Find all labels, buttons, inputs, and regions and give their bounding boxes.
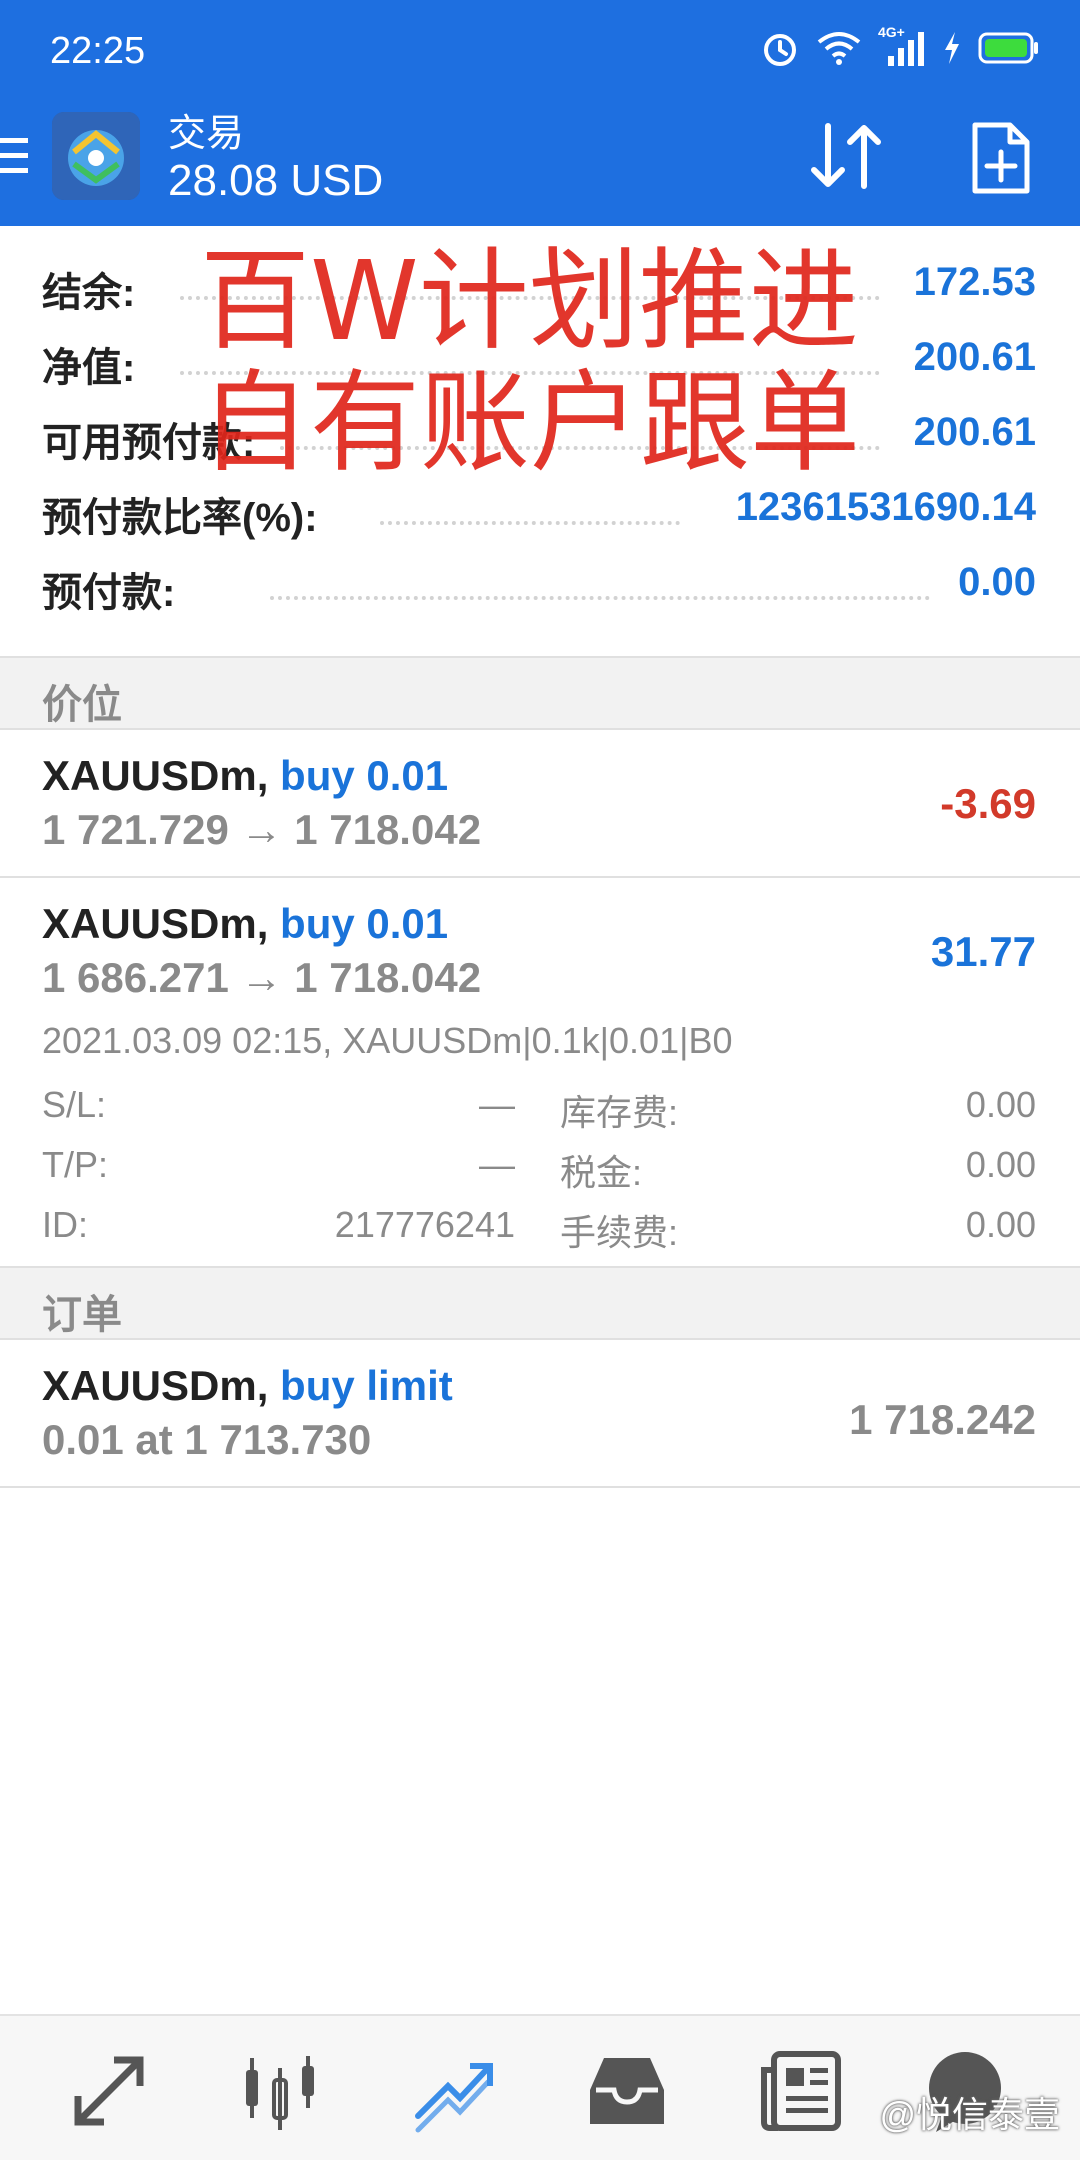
position-profit: -3.69: [940, 780, 1036, 827]
tax-value: 0.00: [965, 1144, 1036, 1185]
order-type: buy limit: [280, 1362, 453, 1409]
open-price: 1 721.729: [42, 806, 229, 853]
tax-label: 税金:: [560, 1152, 643, 1193]
status-bar: 22:25 4G+: [0, 0, 1080, 100]
position-row-expanded[interactable]: XAUUSDm, buy 0.01 1 686.271 → 1 718.042 …: [0, 878, 1080, 1268]
price-arrow-icon: →: [240, 954, 283, 1001]
dotted-leader: [380, 521, 680, 525]
overlay-line-2: 自有账户跟单: [200, 359, 860, 487]
summary-value: 200.61: [913, 410, 1036, 454]
status-time: 22:25: [50, 30, 146, 72]
symbol-name: XAUUSDm,: [42, 752, 269, 799]
overlay-caption: 百W计划推进 自有账户跟单: [200, 240, 860, 484]
section-title: 价位: [42, 683, 122, 727]
swap-label: 库存费:: [560, 1092, 679, 1133]
dotted-leader: [270, 596, 930, 600]
tp-label: T/P:: [42, 1144, 109, 1185]
sort-icon[interactable]: [806, 120, 886, 192]
app-title: 交易: [168, 113, 245, 155]
sl-value: —: [479, 1084, 515, 1125]
trade-icon[interactable]: [408, 2046, 498, 2136]
battery-icon: [978, 32, 1038, 64]
order-symbol: XAUUSDm, buy limit: [42, 1362, 453, 1410]
sl-label: S/L:: [42, 1084, 107, 1125]
position-prices: 1 721.729 → 1 718.042: [42, 806, 481, 854]
position-prices: 1 686.271 → 1 718.042: [42, 954, 481, 1002]
open-price: 1 686.271: [42, 954, 229, 1001]
summary-value: 200.61: [913, 335, 1036, 379]
bottom-navigation: @悦信泰壹: [0, 2014, 1080, 2160]
position-side: buy 0.01: [280, 752, 449, 799]
order-volume-price: 0.01 at 1 713.730: [42, 1416, 372, 1463]
news-icon[interactable]: [756, 2046, 846, 2136]
summary-label: 预付款比率(%):: [42, 496, 318, 540]
positions-section-header: 价位: [0, 656, 1080, 730]
wifi-icon: [817, 32, 861, 65]
app-bar: 交易 28.08 USD: [0, 100, 1080, 226]
summary-label: 结余:: [42, 271, 136, 315]
commission-label: 手续费:: [560, 1212, 679, 1253]
order-current-price: 1 718.242: [849, 1396, 1036, 1443]
position-symbol: XAUUSDm, buy 0.01: [42, 900, 448, 948]
current-price: 1 718.042: [294, 954, 482, 1001]
price-arrow-icon: →: [240, 806, 283, 853]
section-title: 订单: [42, 1293, 122, 1337]
order-row[interactable]: XAUUSDm, buy limit 0.01 at 1 713.730 1 7…: [0, 1340, 1080, 1488]
current-price: 1 718.042: [294, 806, 482, 853]
commission-value: 0.00: [965, 1204, 1036, 1245]
menu-icon[interactable]: [0, 132, 30, 180]
summary-row-margin: 预付款: 0.00: [0, 546, 1080, 621]
alarm-icon: [764, 34, 796, 66]
summary-label: 净值:: [42, 346, 136, 390]
summary-value: 172.53: [913, 260, 1036, 304]
summary-label: 预付款:: [42, 571, 176, 615]
orders-section-header: 订单: [0, 1266, 1080, 1340]
symbol-name: XAUUSDm,: [42, 900, 269, 947]
summary-value: 0.00: [958, 560, 1036, 604]
app-logo-icon: [52, 112, 140, 200]
position-profit: 31.77: [930, 928, 1036, 975]
summary-value: 12361531690.14: [735, 485, 1036, 529]
app-header: 22:25 4G+ 交易 28.08 USD: [0, 0, 1080, 226]
quotes-icon[interactable]: [64, 2046, 154, 2136]
status-icons: 4G+: [760, 24, 1040, 68]
swap-value: 0.00: [965, 1084, 1036, 1125]
account-balance-header: 28.08 USD: [168, 156, 384, 205]
position-symbol: XAUUSDm, buy 0.01: [42, 752, 448, 800]
new-order-icon[interactable]: [970, 120, 1032, 196]
id-label: ID:: [42, 1204, 89, 1245]
charging-icon: [945, 32, 959, 64]
chart-icon[interactable]: [236, 2046, 326, 2136]
overlay-line-1: 百W计划推进: [200, 237, 859, 365]
position-side: buy 0.01: [280, 900, 449, 947]
tp-value: —: [479, 1144, 515, 1185]
history-icon[interactable]: [582, 2046, 672, 2136]
signal-icon: 4G+: [878, 24, 926, 68]
symbol-name: XAUUSDm,: [42, 1362, 269, 1409]
id-value: 217776241: [334, 1204, 515, 1245]
position-meta: 2021.03.09 02:15, XAUUSDm|0.1k|0.01|B0: [42, 1020, 733, 1061]
brand-watermark: @悦信泰壹: [879, 2094, 1060, 2135]
position-row[interactable]: XAUUSDm, buy 0.01 1 721.729 → 1 718.042 …: [0, 730, 1080, 878]
